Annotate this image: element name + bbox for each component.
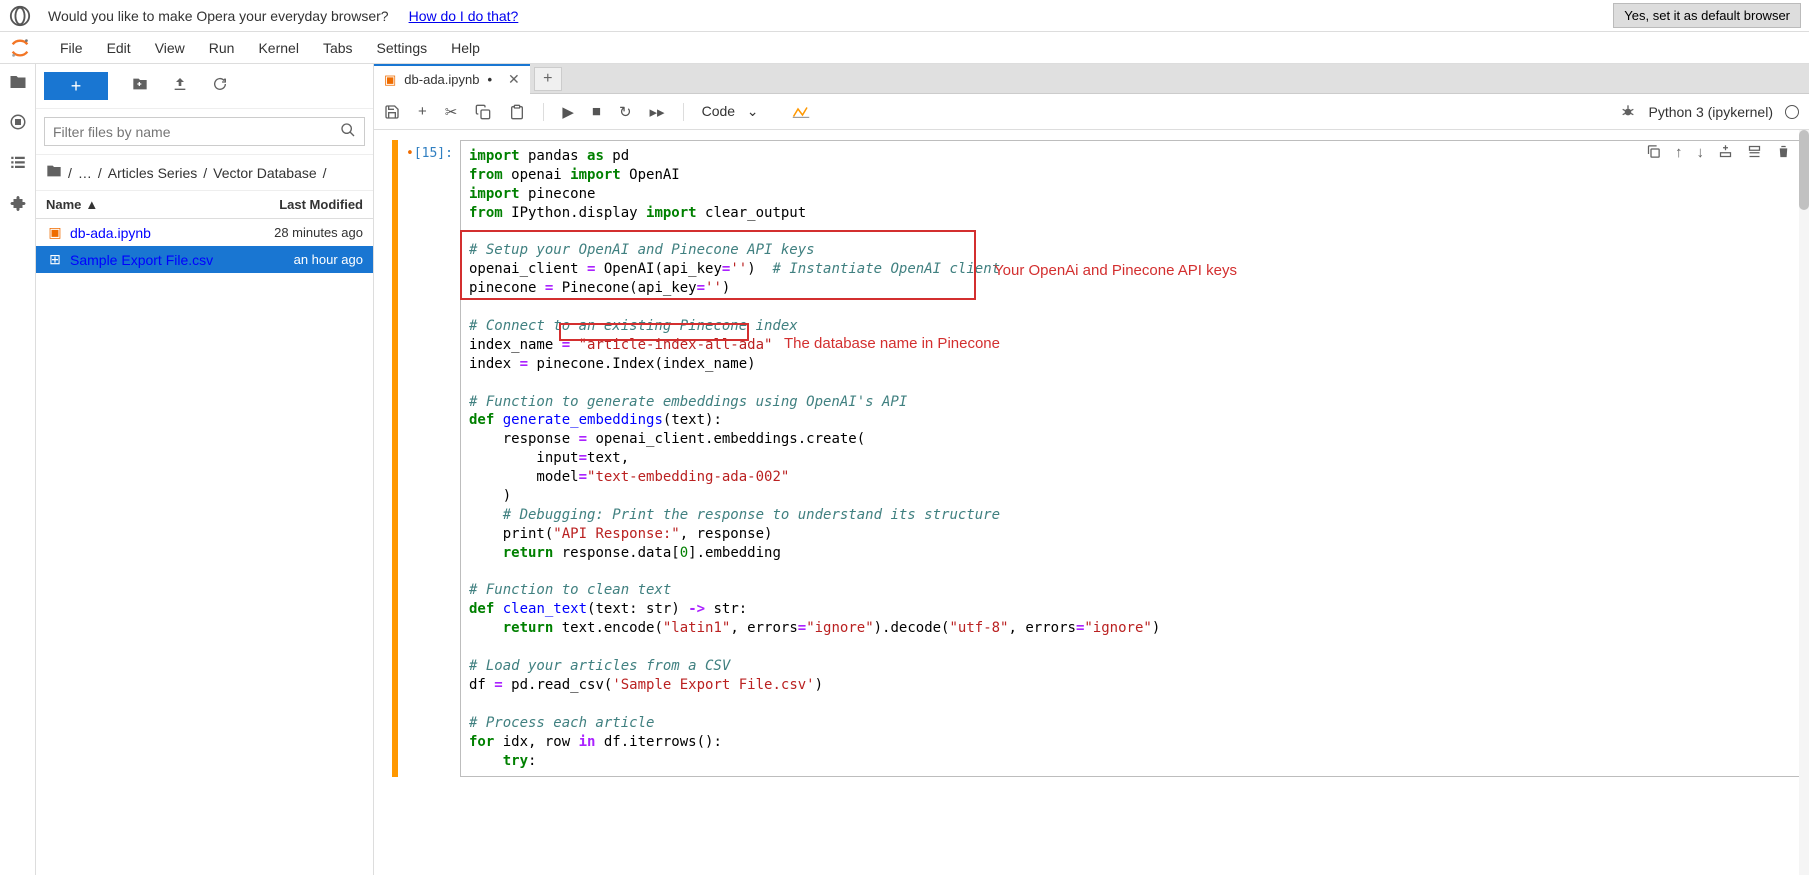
file-browser-toolbar: + bbox=[36, 64, 373, 109]
notebook-area: ▣ db-ada.ipynb • ✕ + + ✂ ▶ ■ ↻ ▸▸ Code ⌄… bbox=[374, 64, 1809, 875]
file-name: db-ada.ipynb bbox=[70, 225, 274, 241]
refresh-icon[interactable] bbox=[212, 76, 228, 97]
scrollbar[interactable] bbox=[1799, 130, 1809, 875]
annotation-text-index-name: The database name in Pinecone bbox=[784, 335, 1000, 352]
move-down-icon[interactable]: ↓ bbox=[1697, 144, 1705, 163]
scroll-thumb[interactable] bbox=[1799, 130, 1809, 210]
tab-close-button[interactable]: ✕ bbox=[508, 71, 520, 88]
breadcrumb-ellipsis[interactable]: … bbox=[78, 165, 92, 181]
folder-icon bbox=[46, 163, 62, 182]
menu-help[interactable]: Help bbox=[439, 40, 492, 56]
file-name: Sample Export File.csv bbox=[70, 252, 294, 268]
sort-asc-icon: ▲ bbox=[85, 197, 98, 212]
header-name[interactable]: Name ▲ bbox=[46, 197, 279, 212]
file-browser-panel: + / … / Articles Series / Vector Databas… bbox=[36, 64, 374, 875]
opera-logo-icon bbox=[8, 4, 32, 28]
csv-file-icon: ⊞ bbox=[46, 251, 64, 268]
menu-view[interactable]: View bbox=[143, 40, 197, 56]
filter-files-input[interactable] bbox=[53, 124, 340, 140]
opera-default-banner: Would you like to make Opera your everyd… bbox=[0, 0, 1809, 32]
file-list-header: Name ▲ Last Modified bbox=[36, 191, 373, 219]
breadcrumb-sep: / bbox=[323, 165, 327, 181]
file-modified: 28 minutes ago bbox=[274, 225, 363, 240]
run-all-icon[interactable]: ▸▸ bbox=[650, 103, 665, 121]
breadcrumb-sep: / bbox=[68, 165, 72, 181]
file-list: ▣ db-ada.ipynb 28 minutes ago ⊞ Sample E… bbox=[36, 219, 373, 875]
menubar: File Edit View Run Kernel Tabs Settings … bbox=[0, 32, 1809, 64]
extensions-icon[interactable] bbox=[8, 192, 28, 212]
tabbar: ▣ db-ada.ipynb • ✕ + bbox=[374, 64, 1809, 94]
cell-toolbar: ↑ ↓ bbox=[1646, 144, 1791, 163]
kernel-name[interactable]: Python 3 (ipykernel) bbox=[1648, 104, 1773, 120]
save-icon[interactable] bbox=[384, 104, 400, 120]
notebook-content[interactable]: •[15]: ↑ ↓ import pandas as pd from open… bbox=[374, 130, 1809, 875]
activity-bar bbox=[0, 64, 36, 875]
code-cell[interactable]: •[15]: ↑ ↓ import pandas as pd from open… bbox=[392, 140, 1801, 777]
notebook-file-icon: ▣ bbox=[46, 224, 64, 241]
tab-title: db-ada.ipynb bbox=[404, 72, 479, 87]
insert-below-icon[interactable] bbox=[1747, 144, 1762, 163]
breadcrumb-sep: / bbox=[98, 165, 102, 181]
code-editor[interactable]: import pandas as pd from openai import O… bbox=[460, 140, 1801, 777]
menu-run[interactable]: Run bbox=[197, 40, 247, 56]
file-row-notebook[interactable]: ▣ db-ada.ipynb 28 minutes ago bbox=[36, 219, 373, 246]
breadcrumb-seg[interactable]: Vector Database bbox=[213, 165, 317, 181]
breadcrumb-seg[interactable]: Articles Series bbox=[108, 165, 197, 181]
opera-banner-text: Would you like to make Opera your everyd… bbox=[48, 8, 389, 24]
opera-how-link[interactable]: How do I do that? bbox=[409, 8, 519, 24]
search-icon bbox=[340, 122, 356, 141]
annotation-text-api-keys: Your OpenAi and Pinecone API keys bbox=[994, 262, 1237, 279]
notebook-toolbar: + ✂ ▶ ■ ↻ ▸▸ Code ⌄ Python 3 (ipykernel) bbox=[374, 94, 1809, 130]
menu-tabs[interactable]: Tabs bbox=[311, 40, 365, 56]
menu-settings[interactable]: Settings bbox=[365, 40, 440, 56]
cell-marker bbox=[392, 140, 398, 777]
bug-icon[interactable] bbox=[1620, 104, 1636, 120]
cell-type-select[interactable]: Code ⌄ bbox=[702, 103, 775, 120]
paste-icon[interactable] bbox=[509, 104, 525, 120]
menu-file[interactable]: File bbox=[48, 40, 95, 56]
new-folder-icon[interactable] bbox=[132, 76, 148, 97]
unsaved-dot-icon: • bbox=[487, 72, 492, 87]
tab-add-button[interactable]: + bbox=[534, 67, 562, 91]
move-up-icon[interactable]: ↑ bbox=[1675, 144, 1683, 163]
cell-prompt: •[15]: bbox=[406, 140, 460, 777]
run-icon[interactable]: ▶ bbox=[562, 103, 574, 121]
file-row-csv[interactable]: ⊞ Sample Export File.csv an hour ago bbox=[36, 246, 373, 273]
new-launcher-button[interactable]: + bbox=[44, 72, 108, 100]
running-icon[interactable] bbox=[8, 112, 28, 132]
notebook-tab-icon: ▣ bbox=[384, 72, 396, 88]
file-browser-icon[interactable] bbox=[8, 72, 28, 92]
duplicate-cell-icon[interactable] bbox=[1646, 144, 1661, 163]
restart-icon[interactable]: ↻ bbox=[619, 103, 632, 121]
notebook-tab[interactable]: ▣ db-ada.ipynb • ✕ bbox=[374, 64, 530, 94]
cut-icon[interactable]: ✂ bbox=[445, 103, 458, 121]
insert-above-icon[interactable] bbox=[1718, 144, 1733, 163]
opera-set-default-button[interactable]: Yes, set it as default browser bbox=[1613, 3, 1801, 28]
upload-icon[interactable] bbox=[172, 76, 188, 97]
jupyter-logo-icon bbox=[8, 36, 32, 60]
menu-edit[interactable]: Edit bbox=[95, 40, 143, 56]
header-modified[interactable]: Last Modified bbox=[279, 197, 363, 212]
breadcrumb-sep: / bbox=[203, 165, 207, 181]
stop-icon[interactable]: ■ bbox=[592, 103, 601, 120]
copy-icon[interactable] bbox=[475, 104, 491, 120]
file-modified: an hour ago bbox=[294, 252, 363, 267]
kernel-status-icon[interactable] bbox=[1785, 105, 1799, 119]
filter-input-wrapper bbox=[44, 117, 365, 146]
toc-icon[interactable] bbox=[8, 152, 28, 172]
menu-kernel[interactable]: Kernel bbox=[246, 40, 310, 56]
render-icon[interactable] bbox=[792, 104, 810, 120]
add-cell-icon[interactable]: + bbox=[418, 103, 427, 120]
delete-cell-icon[interactable] bbox=[1776, 144, 1791, 163]
breadcrumb[interactable]: / … / Articles Series / Vector Database … bbox=[36, 155, 373, 191]
